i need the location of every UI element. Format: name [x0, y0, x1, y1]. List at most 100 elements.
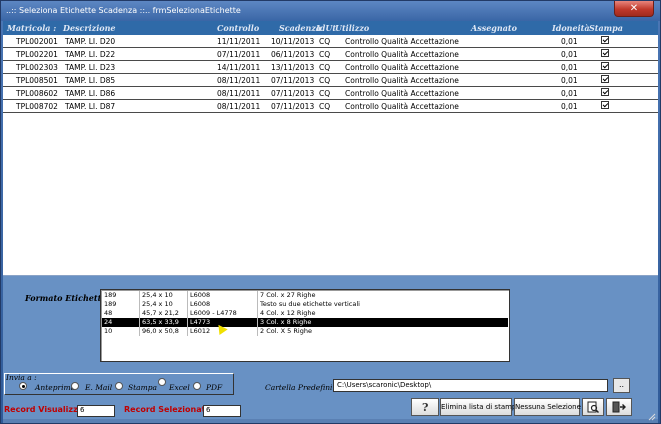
- formato-list-item[interactable]: 189 25,4 x 10 L6008 7 Col. x 27 Righe: [102, 291, 508, 300]
- radio-pdf[interactable]: [193, 382, 201, 390]
- cell-utilizzo: Controllo Qualità Accettazione: [345, 63, 459, 72]
- cell-utilizzo: Controllo Qualità Accettazione: [345, 37, 459, 46]
- cell-descrizione: TAMP. LI. D85: [65, 76, 116, 85]
- stampa-checkbox[interactable]: [601, 49, 609, 57]
- print-preview-icon: [587, 401, 599, 413]
- formato-cell-dim: 96,0 x 50,8: [142, 327, 179, 335]
- stampa-checkbox[interactable]: [601, 75, 609, 83]
- cell-matricola: TPL002001: [16, 37, 58, 46]
- formato-cell-code: L6009 - L4778: [190, 309, 237, 317]
- cartella-input[interactable]: C:\Users\scaronic\Desktop\: [333, 379, 608, 392]
- formato-cell-desc: 4 Col. x 12 Righe: [260, 309, 316, 317]
- column-separator: [139, 300, 140, 309]
- cell-utilizzo: Controllo Qualità Accettazione: [345, 102, 459, 111]
- radio-stampa[interactable]: [115, 382, 123, 390]
- col-header-idoneita: Idoneità: [552, 23, 590, 33]
- cell-utilizzo: Controllo Qualità Accettazione: [345, 50, 459, 59]
- radio-anteprima[interactable]: [19, 382, 27, 390]
- svg-text:?: ?: [422, 401, 428, 413]
- formato-cell-id: 48: [104, 309, 113, 317]
- column-separator: [257, 300, 258, 309]
- column-separator: [257, 309, 258, 318]
- formato-cell-code: L6008: [190, 291, 211, 299]
- table-row[interactable]: TPL008602 TAMP. LI. D86 08/11/2011 07/11/20…: [3, 87, 658, 100]
- help-icon: ?: [422, 401, 428, 413]
- title-bar[interactable]: ..:: Seleziona Etichette Scadenza ::.. f…: [1, 1, 660, 21]
- stampa-checkbox[interactable]: [601, 88, 609, 96]
- invia-label: Invia a :: [6, 373, 37, 382]
- column-separator: [187, 309, 188, 318]
- elimina-lista-button[interactable]: Elimina lista di stampa: [440, 398, 521, 416]
- nessuna-selezione-button[interactable]: Nessuna Selezione: [514, 398, 581, 416]
- labels-grid: Matricola : Descrizione Controllo Scaden…: [3, 21, 658, 276]
- exit-door-icon: [612, 401, 626, 413]
- table-row[interactable]: TPL008501 TAMP. LI. D85 08/11/2011 07/11/20…: [3, 74, 658, 87]
- print-preview-button[interactable]: [582, 398, 604, 416]
- formato-list-item[interactable]: 10 96,0 x 50,8 L6012 2 Col. X 5 Righe: [102, 327, 508, 336]
- table-row[interactable]: TPL002303 TAMP. LI. D23 14/11/2011 13/11/20…: [3, 61, 658, 74]
- table-row[interactable]: TPL002201 TAMP. LI. D22 07/11/2011 06/11/20…: [3, 48, 658, 61]
- main-window: ..:: Seleziona Etichette Scadenza ::.. f…: [0, 0, 661, 424]
- column-separator: [257, 318, 258, 327]
- cell-matricola: TPL008501: [16, 76, 58, 85]
- radio-stampa-label: Stampa: [128, 383, 158, 392]
- cell-idoneita: 0,01: [561, 89, 578, 98]
- formato-cell-desc: 3 Col. x 8 Righe: [260, 318, 312, 326]
- radio-excel-label: Excel: [169, 383, 190, 392]
- col-header-descrizione: Descrizione: [63, 23, 116, 33]
- record-selezionati-label: Record Selezionati :: [124, 405, 215, 414]
- cell-scadenza: 07/11/2013: [271, 89, 315, 98]
- formato-cell-dim: 45,7 x 21,2: [142, 309, 179, 317]
- exit-button[interactable]: [606, 398, 632, 416]
- formato-list-item[interactable]: 24 63,5 x 33,9 L4773 3 Col. x 8 Righe: [102, 318, 508, 327]
- radio-excel[interactable]: [158, 378, 166, 386]
- grid-header: Matricola : Descrizione Controllo Scaden…: [3, 21, 658, 35]
- cell-descrizione: TAMP. LI. D22: [65, 50, 116, 59]
- cell-idut: CQ: [319, 76, 331, 85]
- stampa-checkbox[interactable]: [601, 62, 609, 70]
- column-separator: [257, 327, 258, 336]
- window-title: ..:: Seleziona Etichette Scadenza ::.. f…: [6, 6, 241, 15]
- col-header-stampa: Stampa: [589, 23, 623, 33]
- record-visualizzati-field[interactable]: 6: [77, 405, 115, 417]
- col-header-utilizzo: Utilizzo: [335, 23, 370, 33]
- formato-list-item[interactable]: 48 45,7 x 21,2 L6009 - L4778 4 Col. x 12 Ri…: [102, 309, 508, 318]
- resize-grip-icon[interactable]: [648, 413, 656, 421]
- browse-button[interactable]: ..: [613, 378, 630, 393]
- status-strip: [3, 419, 658, 423]
- col-header-assegnato: Assegnato: [471, 23, 517, 33]
- close-button[interactable]: ✕: [614, 1, 654, 17]
- help-button[interactable]: ?: [411, 398, 439, 416]
- cell-descrizione: TAMP. LI. D20: [65, 37, 116, 46]
- table-row[interactable]: TPL002001 TAMP. LI. D20 11/11/2011 10/11/20…: [3, 35, 658, 48]
- cell-controllo: 08/11/2011: [217, 89, 261, 98]
- formato-list-item[interactable]: 189 25,4 x 10 L6008 Testo su due etichette …: [102, 300, 508, 309]
- formato-listbox[interactable]: 189 25,4 x 10 L6008 7 Col. x 27 Righe 189 25,…: [100, 289, 510, 362]
- cell-descrizione: TAMP. LI. D23: [65, 63, 116, 72]
- col-header-matricola: Matricola :: [7, 23, 57, 33]
- formato-cell-id: 189: [104, 300, 117, 308]
- cell-controllo: 11/11/2011: [217, 37, 261, 46]
- column-separator: [257, 291, 258, 300]
- cell-scadenza: 06/11/2013: [271, 50, 315, 59]
- table-row[interactable]: TPL008702 TAMP. LI. D87 08/11/2011 07/11/20…: [3, 100, 658, 113]
- radio-email-label: E. Mail: [85, 383, 113, 392]
- cell-utilizzo: Controllo Qualità Accettazione: [345, 89, 459, 98]
- formato-cell-desc: 7 Col. x 27 Righe: [260, 291, 316, 299]
- cell-matricola: TPL008702: [16, 102, 58, 111]
- stampa-checkbox[interactable]: [601, 101, 609, 109]
- cell-idut: CQ: [319, 37, 331, 46]
- formato-cell-id: 24: [104, 318, 113, 326]
- record-selezionati-field[interactable]: 6: [203, 405, 241, 417]
- cell-idut: CQ: [319, 89, 331, 98]
- radio-email[interactable]: [71, 382, 79, 390]
- column-separator: [187, 291, 188, 300]
- formato-cell-desc: 2 Col. X 5 Righe: [260, 327, 312, 335]
- col-header-idut: IdUt: [316, 23, 337, 33]
- stampa-checkbox[interactable]: [601, 36, 609, 44]
- cell-matricola: TPL008602: [16, 89, 58, 98]
- cell-descrizione: TAMP. LI. D86: [65, 89, 116, 98]
- column-separator: [187, 318, 188, 327]
- cell-descrizione: TAMP. LI. D87: [65, 102, 116, 111]
- cell-idoneita: 0,01: [561, 102, 578, 111]
